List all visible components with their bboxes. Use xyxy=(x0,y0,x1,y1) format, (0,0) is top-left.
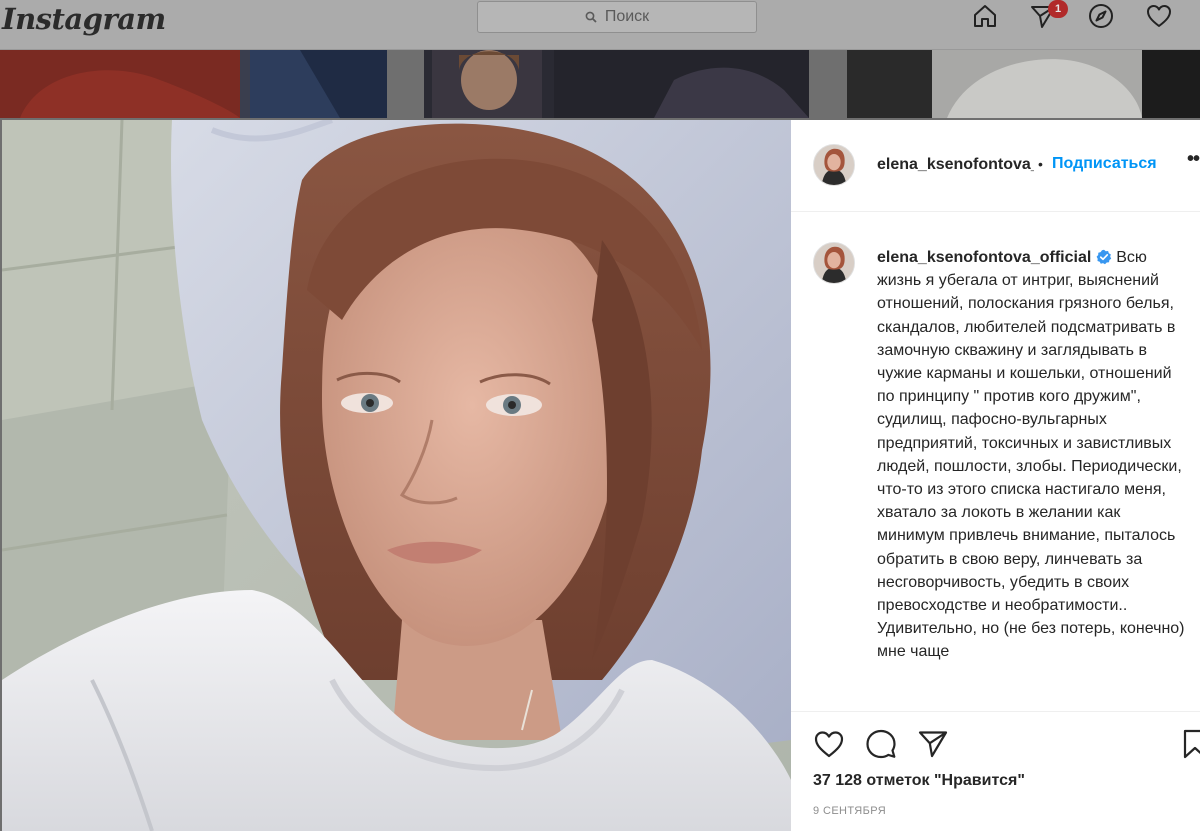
feed-thumbnail[interactable] xyxy=(0,50,387,118)
header-separator-dot: • xyxy=(1038,156,1043,172)
comment-icon[interactable] xyxy=(863,726,899,762)
top-nav-bar: Instagram Поиск 1 xyxy=(0,0,1200,50)
caption-body: Всю жизнь я убегала от интриг, выяснений… xyxy=(877,249,1185,661)
header-username[interactable]: elena_ksenofontova_official xyxy=(877,156,1034,174)
heart-icon[interactable] xyxy=(1143,0,1175,32)
search-icon xyxy=(585,11,597,23)
post-caption: elena_ksenofontova_official Всю жизнь я … xyxy=(791,213,1200,710)
caption-text-block: elena_ksenofontova_official Всю жизнь я … xyxy=(877,246,1191,664)
likes-count[interactable]: 37 128 отметок "Нравится" xyxy=(813,772,1025,790)
post-actions: 37 128 отметок "Нравится" 9 СЕНТЯБРЯ xyxy=(791,711,1200,831)
follow-button[interactable]: Подписаться xyxy=(1052,155,1157,173)
feed-thumbnail[interactable] xyxy=(424,50,809,118)
post-date[interactable]: 9 СЕНТЯБРЯ xyxy=(813,805,886,817)
feed-thumbnail[interactable] xyxy=(847,50,1200,118)
save-icon[interactable] xyxy=(1177,726,1200,762)
post-photo[interactable] xyxy=(2,120,791,831)
post-header: elena_ksenofontova_official • Подписатьс… xyxy=(791,120,1200,212)
more-options-icon[interactable]: •• xyxy=(1187,148,1200,171)
caption-username[interactable]: elena_ksenofontova_official xyxy=(877,249,1091,266)
post-side-panel: elena_ksenofontova_official • Подписатьс… xyxy=(791,120,1200,831)
like-icon[interactable] xyxy=(811,726,847,762)
home-icon[interactable] xyxy=(969,0,1001,32)
instagram-logo[interactable]: Instagram xyxy=(2,2,166,36)
explore-icon[interactable] xyxy=(1085,0,1117,32)
notification-badge: 1 xyxy=(1048,0,1068,18)
avatar[interactable] xyxy=(813,144,855,186)
share-icon[interactable] xyxy=(915,726,951,762)
avatar[interactable] xyxy=(813,242,855,284)
search-placeholder: Поиск xyxy=(604,8,650,25)
search-input[interactable]: Поиск xyxy=(477,1,757,33)
instagram-window: Instagram Поиск 1 elena_ksenofontova • П… xyxy=(0,0,1200,831)
verified-icon xyxy=(1096,249,1111,265)
